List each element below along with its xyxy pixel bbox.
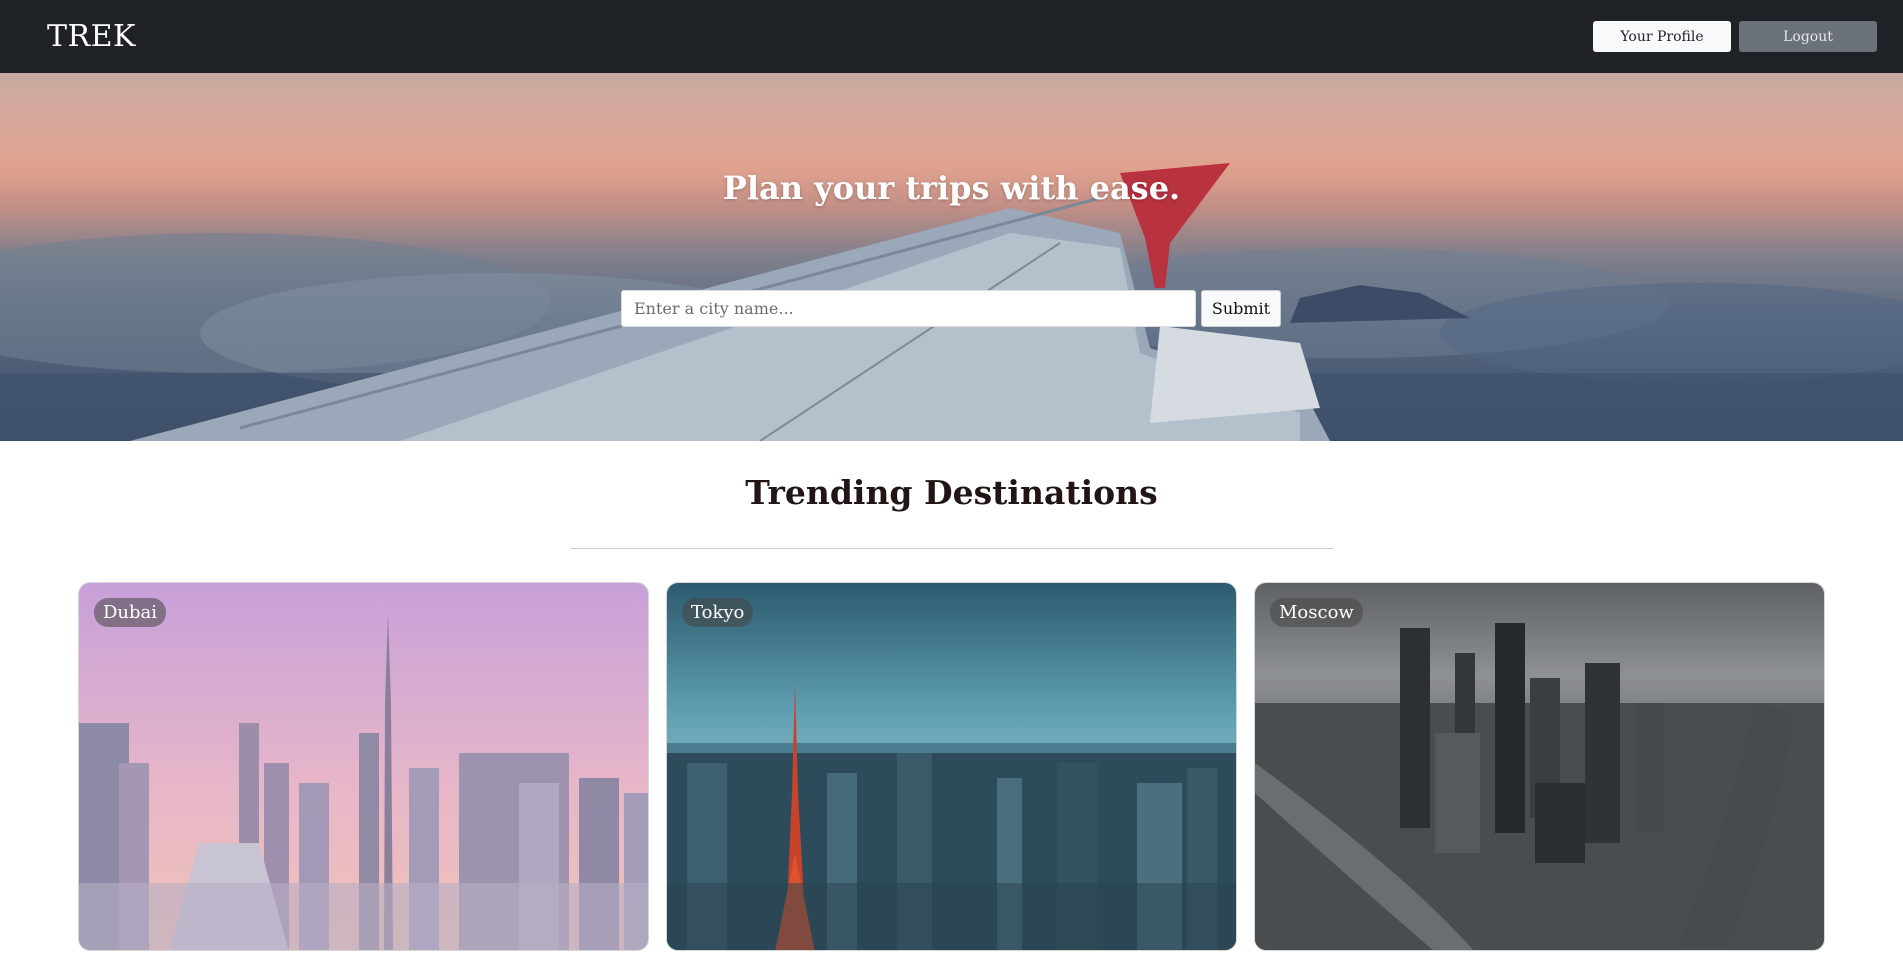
moscow-skyline-image (1255, 583, 1824, 950)
hero-title: Plan your trips with ease. (722, 169, 1181, 207)
dubai-skyline-image (79, 583, 648, 950)
card-city-label: Moscow (1270, 598, 1363, 627)
card-city-label: Dubai (94, 598, 167, 627)
submit-button[interactable]: Submit (1201, 290, 1281, 327)
section-divider (571, 548, 1333, 549)
brand-logo[interactable]: TREK (47, 19, 136, 54)
destination-card-dubai[interactable]: Dubai (78, 582, 649, 951)
logout-button[interactable]: Logout (1739, 21, 1877, 52)
city-search-form: Submit (621, 290, 1281, 327)
destination-card-tokyo[interactable]: Tokyo (666, 582, 1237, 951)
card-city-label: Tokyo (682, 598, 754, 627)
city-search-input[interactable] (621, 290, 1196, 327)
airplane-wing-image (0, 163, 1903, 441)
hero-banner: Plan your trips with ease. Submit (0, 73, 1903, 441)
top-navbar: TREK Your Profile Logout (0, 0, 1903, 73)
nav-actions: Your Profile Logout (1593, 21, 1877, 52)
tokyo-skyline-image (667, 583, 1236, 950)
trending-destinations-heading: Trending Destinations (745, 473, 1158, 512)
destination-card-moscow[interactable]: Moscow (1254, 582, 1825, 951)
destination-cards: Dubai Tokyo Moscow (78, 582, 1825, 951)
your-profile-button[interactable]: Your Profile (1593, 21, 1731, 52)
